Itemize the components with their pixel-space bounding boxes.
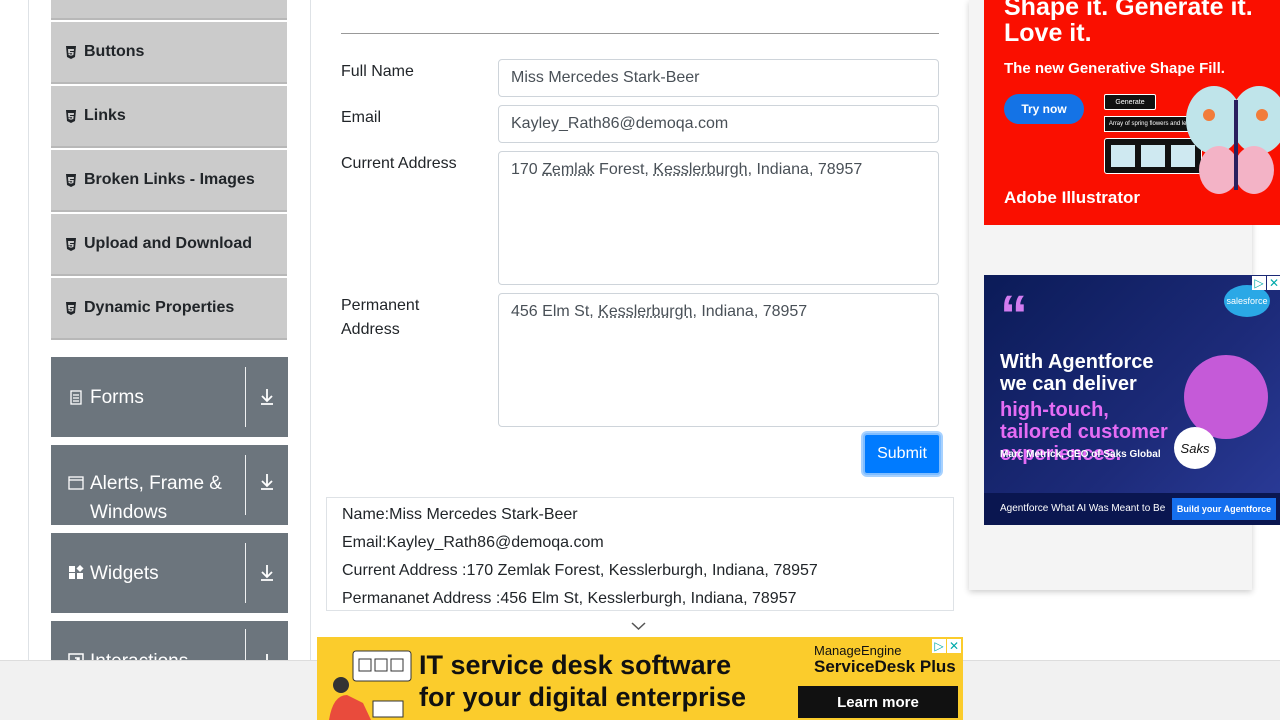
ad-text: we can deliver: [1000, 373, 1137, 395]
address-text: Forest,: [594, 161, 654, 178]
label-line: Address: [341, 321, 400, 338]
download-arrow-icon[interactable]: [246, 388, 288, 406]
ad-text: ManageEngine: [814, 643, 902, 658]
address-text: 170: [511, 161, 543, 178]
sidebar-group-alerts[interactable]: Alerts, Frame & Windows: [51, 445, 288, 525]
group-title-line-1: Alerts, Frame &: [90, 473, 222, 494]
learn-more-button[interactable]: Learn more: [798, 686, 958, 718]
salesforce-ad-footer: Agentforce What AI Was Meant to Be Build…: [984, 493, 1280, 525]
output-email: Email:Kayley_Rath86@demoqa.com: [342, 534, 604, 551]
sidebar-item-previous[interactable]: [51, 0, 287, 20]
address-text: , Indiana, 78957: [692, 303, 808, 320]
address-text: 456 Elm St,: [511, 303, 599, 320]
saks-logo: Saks: [1174, 427, 1216, 469]
sidebar-item-upload-download[interactable]: Upload and Download: [51, 214, 287, 276]
adobe-ad-title: Shape it. Generate it. Love it.: [1004, 0, 1253, 46]
form-divider: [341, 33, 939, 34]
current-address-textarea[interactable]: 170 Zemlak Forest, Kesslerburgh, Indiana…: [498, 151, 939, 285]
sidebar-group-forms[interactable]: Forms: [51, 357, 288, 437]
ad-close-icon[interactable]: ✕: [947, 639, 961, 653]
ad-text: Love it.: [1004, 19, 1092, 47]
permanent-address-label: Permanent Address: [341, 294, 419, 342]
html5-icon: [65, 45, 77, 59]
output-name: Name:Miss Mercedes Stark-Beer: [342, 506, 578, 523]
address-text: Zemlak: [542, 161, 595, 178]
ad-text: Shape it. Generate it.: [1004, 0, 1253, 21]
download-arrow-icon[interactable]: [246, 564, 288, 582]
sidebar-item-buttons[interactable]: Buttons: [51, 22, 287, 84]
adobe-generate-chip: Generate: [1104, 94, 1156, 110]
chevron-down-icon[interactable]: [630, 620, 647, 632]
group-divider: [245, 455, 246, 515]
salesforce-ad-text: With Agentforce we can deliver: [1000, 351, 1154, 395]
window-icon: [68, 475, 84, 491]
group-divider: [245, 543, 246, 603]
salesforce-ad[interactable]: “ With Agentforce we can deliver high-tou…: [984, 275, 1280, 525]
manageengine-headline: IT service desk software for your digital…: [419, 649, 746, 713]
sidebar-item-broken-links[interactable]: Broken Links - Images: [51, 150, 287, 212]
group-title: Forms: [90, 386, 144, 408]
sidebar-item-dynamic-properties[interactable]: Dynamic Properties: [51, 278, 287, 340]
sidebar-item-links[interactable]: Links: [51, 86, 287, 148]
ad-close-icon[interactable]: ✕: [1267, 276, 1280, 290]
label-line: Permanent: [341, 297, 420, 314]
page: Buttons Links Broken Links - Images Uplo…: [0, 0, 1280, 720]
output-permanent-address: Permananet Address :456 Elm St, Kesslerb…: [342, 590, 797, 607]
adobe-illustrator-logo: Adobe Illustrator: [1004, 188, 1141, 207]
html5-icon: [65, 109, 77, 123]
sidebar-group-widgets[interactable]: Widgets: [51, 533, 288, 613]
sidebar-item-label: Broken Links - Images: [84, 171, 255, 188]
html5-icon: [65, 173, 77, 187]
adobe-ad[interactable]: Shape it. Generate it. Love it. The new G…: [984, 0, 1280, 225]
current-address-label: Current Address: [341, 155, 457, 172]
permanent-address-textarea[interactable]: 456 Elm St, Kesslerburgh, Indiana, 78957: [498, 293, 939, 427]
html5-icon: [65, 301, 77, 315]
sidebar-item-label: Buttons: [84, 43, 145, 60]
group-title-line-2: Windows: [90, 502, 168, 523]
ad-text: high-touch,: [1000, 399, 1109, 421]
full-name-label: Full Name: [341, 63, 414, 80]
document-icon: [68, 389, 84, 405]
agentforce-tagline: Agentforce What AI Was Meant to Be: [1000, 503, 1166, 514]
address-text: , Indiana, 78957: [747, 161, 863, 178]
ad-text: IT service desk software: [419, 650, 732, 680]
adobe-try-now-button[interactable]: Try now: [1004, 94, 1084, 124]
group-title: Widgets: [90, 562, 159, 584]
butterfly-illustration: [1186, 86, 1280, 194]
manageengine-ad[interactable]: IT service desk software for your digital…: [317, 637, 963, 720]
quote-mark: “: [1000, 283, 1028, 346]
salesforce-ad-attribution: Marc Metrick, CEO of Saks Global: [1000, 449, 1161, 460]
email-label: Email: [341, 109, 382, 126]
html5-icon: [65, 237, 77, 251]
group-title: Alerts, Frame & Windows: [90, 469, 245, 527]
download-arrow-icon[interactable]: [246, 473, 288, 491]
ad-text: for your digital enterprise: [419, 682, 747, 712]
sidebar-item-label: Upload and Download: [84, 235, 252, 252]
ad-text: tailored customer: [1000, 421, 1168, 443]
build-agentforce-button[interactable]: Build your Agentforce: [1172, 498, 1276, 520]
ad-text: With Agentforce: [1000, 351, 1154, 373]
address-text: Kesslerburgh: [598, 303, 693, 320]
left-sidebar: Buttons Links Broken Links - Images Uplo…: [28, 0, 311, 720]
output-box: Name:Miss Mercedes Stark-Beer Email:Kayl…: [326, 497, 954, 611]
ad-choices-icon[interactable]: ▷: [932, 639, 946, 653]
address-text: Kesslerburgh: [653, 161, 748, 178]
submit-button[interactable]: Submit: [863, 433, 941, 475]
adobe-ad-subtitle: The new Generative Shape Fill.: [1004, 60, 1225, 77]
full-name-input[interactable]: [498, 59, 939, 97]
sidebar-item-label: Links: [84, 107, 126, 124]
email-input[interactable]: [498, 105, 939, 143]
desk-illustration: [329, 650, 412, 720]
sidebar-item-label: Dynamic Properties: [84, 299, 235, 316]
widgets-icon: [68, 565, 84, 581]
group-divider: [245, 367, 246, 427]
output-current-address: Current Address :170 Zemlak Forest, Kess…: [342, 562, 818, 579]
ad-choices-icon[interactable]: ▷: [1252, 276, 1266, 290]
ad-text: ServiceDesk Plus: [814, 657, 956, 676]
